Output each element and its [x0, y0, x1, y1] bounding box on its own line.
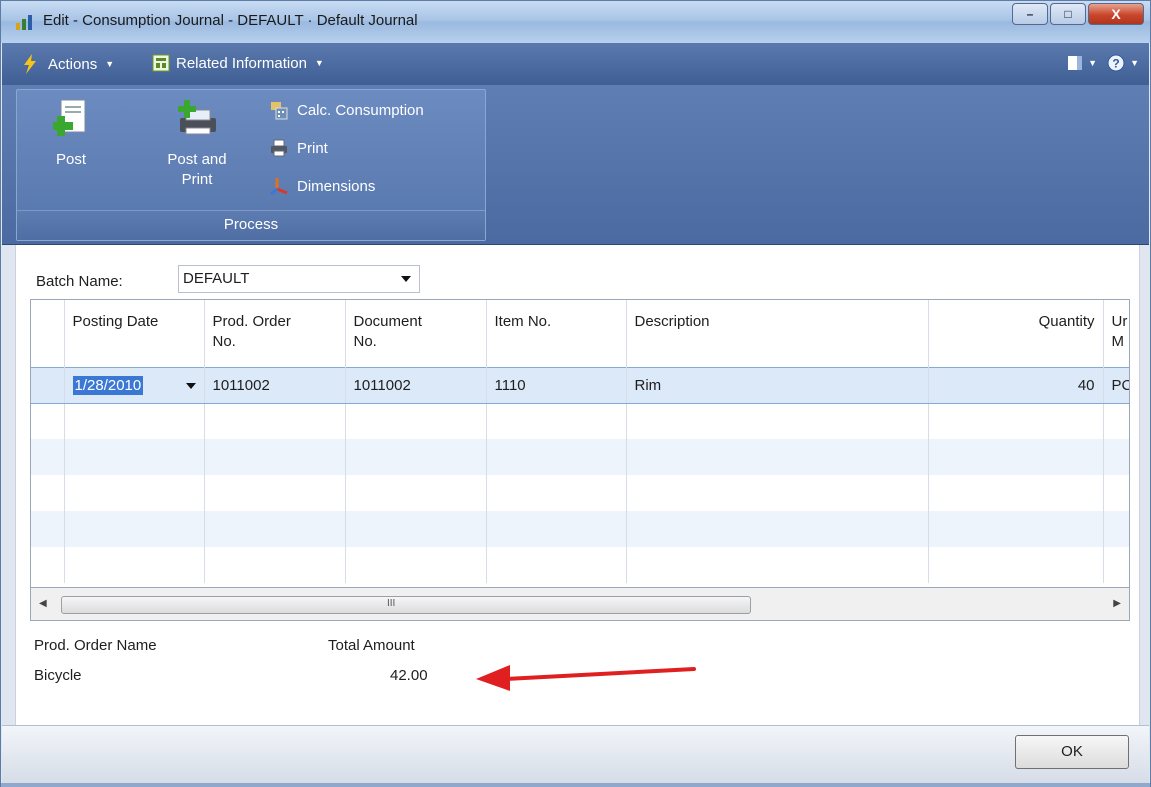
maximize-button[interactable]: □ [1050, 3, 1086, 25]
column-header-quantity[interactable]: Quantity [928, 300, 1104, 367]
column-header-posting-date[interactable]: Posting Date [64, 300, 205, 367]
lightning-icon [24, 54, 36, 74]
post-icon [53, 99, 86, 136]
horizontal-scrollbar[interactable]: ◀ III ▶ [30, 587, 1130, 621]
item-no-cell[interactable]: 1110 [486, 366, 627, 404]
table-row[interactable] [31, 403, 1129, 439]
minimize-button[interactable]: – [1012, 3, 1048, 25]
grid-header-row: Posting Date Prod. Order No. Document No. … [31, 300, 1129, 367]
table-row[interactable] [31, 547, 1129, 583]
table-row[interactable] [31, 511, 1129, 547]
chevron-down-icon: ▼ [314, 58, 324, 68]
calc-consumption-button[interactable]: Calc. Consumption [269, 100, 424, 120]
prod-order-name-value: Bicycle [34, 667, 82, 684]
dropdown-arrow-icon[interactable] [185, 382, 196, 389]
consumption-journal-window: Edit - Consumption Journal - DEFAULT · D… [0, 0, 1151, 787]
window-frame-bottom [1, 783, 1150, 787]
row-selector-header [31, 300, 65, 367]
posting-date-cell[interactable]: 1/28/2010 [64, 366, 205, 404]
post-button[interactable]: Post [41, 98, 101, 170]
column-header-unit[interactable]: Ur M [1103, 300, 1129, 367]
scroll-right-icon[interactable]: ▶ [1113, 598, 1121, 609]
svg-text:?: ? [1112, 57, 1119, 71]
post-and-print-icon [178, 100, 216, 135]
dropdown-arrow-icon[interactable] [401, 276, 411, 282]
window-controls: – □ X [1010, 3, 1144, 25]
document-no-cell[interactable]: 1011002 [345, 366, 487, 404]
total-amount-value: 42.00 [390, 667, 428, 684]
dialog-footer: OK [2, 725, 1149, 783]
dynamics-nav-icon [16, 15, 32, 30]
dimensions-icon [270, 178, 288, 196]
journal-content: Batch Name: DEFAULT Posting Date Prod. O… [15, 245, 1140, 725]
column-header-document-no[interactable]: Document No. [345, 300, 487, 367]
prod-order-name-label: Prod. Order Name [34, 637, 157, 654]
ok-button[interactable]: OK [1015, 735, 1129, 769]
chevron-down-icon: ▼ [1088, 58, 1098, 68]
chevron-down-icon: ▼ [1130, 58, 1139, 68]
menubar-right-tools: ▼ ? ▼ [1067, 54, 1139, 72]
dimensions-button[interactable]: Dimensions [269, 176, 375, 196]
column-header-prod-order-no[interactable]: Prod. Order No. [204, 300, 346, 367]
total-amount-label: Total Amount [328, 637, 415, 654]
table-row[interactable] [31, 439, 1129, 475]
table-row[interactable] [31, 475, 1129, 511]
layout-menu[interactable]: ▼ [1067, 55, 1097, 71]
help-menu[interactable]: ? ▼ [1107, 54, 1139, 72]
table-row[interactable]: 1/28/2010 1011002 1011002 1110 Rim 40 PC [31, 366, 1129, 404]
printer-icon [271, 139, 287, 157]
prod-order-no-cell[interactable]: 1011002 [204, 366, 346, 404]
command-bar: Actions ▼ Related Information ▼ ▼ ? ▼ [2, 43, 1149, 85]
batch-name-label: Batch Name: [36, 273, 123, 290]
annotation-arrow-icon [476, 665, 696, 691]
related-information-menu[interactable]: Related Information ▼ [152, 54, 324, 72]
row-selector[interactable] [31, 366, 65, 404]
help-icon: ? [1107, 54, 1125, 72]
layout-icon [1068, 56, 1083, 70]
calc-consumption-icon [271, 102, 288, 120]
ribbon: Post Post and Print Calc. Consumption Pr… [2, 85, 1149, 245]
scrollbar-thumb[interactable]: III [61, 596, 751, 614]
posting-date-input[interactable]: 1/28/2010 [72, 375, 144, 395]
column-header-description[interactable]: Description [626, 300, 929, 367]
journal-lines-grid: Posting Date Prod. Order No. Document No. … [30, 299, 1130, 621]
quantity-cell[interactable]: 40 [928, 366, 1104, 404]
column-header-item-no[interactable]: Item No. [486, 300, 627, 367]
window-title: Edit - Consumption Journal - DEFAULT · D… [43, 12, 418, 29]
title-bar: Edit - Consumption Journal - DEFAULT · D… [1, 1, 1150, 43]
scrollbar-grip: III [387, 598, 396, 609]
actions-menu[interactable]: Actions ▼ [22, 54, 114, 74]
scroll-left-icon[interactable]: ◀ [39, 598, 47, 609]
batch-name-value: DEFAULT [183, 270, 250, 287]
ribbon-group-label: Process [17, 210, 485, 240]
post-and-print-button[interactable]: Post and Print [147, 98, 247, 190]
description-cell[interactable]: Rim [626, 366, 929, 404]
chevron-down-icon: ▼ [105, 59, 115, 69]
unit-cell[interactable]: PC [1103, 366, 1129, 404]
process-group: Post Post and Print Calc. Consumption Pr… [16, 89, 486, 241]
batch-name-select[interactable]: DEFAULT [178, 265, 420, 293]
related-information-icon [152, 54, 170, 72]
close-button[interactable]: X [1088, 3, 1144, 25]
print-button[interactable]: Print [269, 138, 328, 158]
